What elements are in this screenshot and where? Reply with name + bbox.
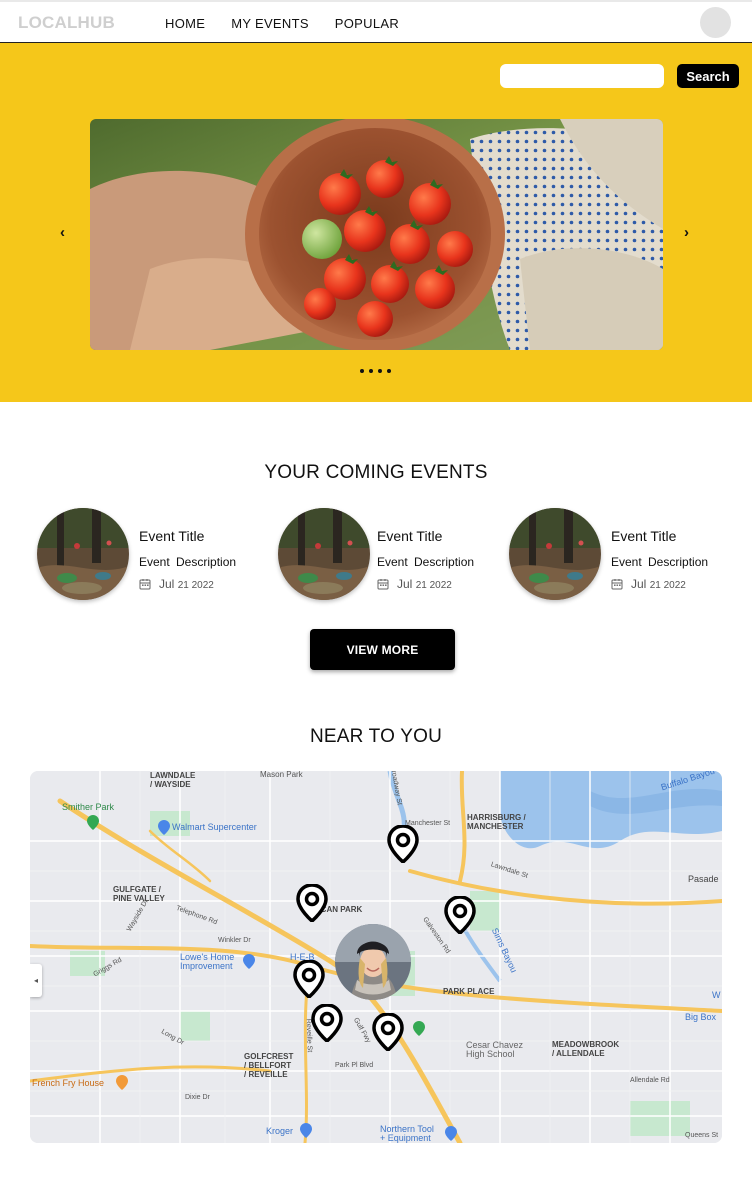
view-more-button[interactable]: VIEW MORE	[310, 629, 455, 670]
search-input[interactable]	[500, 64, 664, 88]
event-card[interactable]: Event Title Event Description Jul 21 202…	[37, 508, 267, 603]
shop-marker-icon	[243, 954, 255, 969]
event-location-pin-icon[interactable]	[444, 896, 476, 934]
map-label: Northern Tool + Equipment	[380, 1124, 434, 1143]
event-thumbnail	[509, 508, 601, 600]
event-location-pin-icon[interactable]	[311, 1004, 343, 1042]
event-location-pin-icon[interactable]	[296, 884, 328, 922]
event-description: Event Description	[611, 555, 709, 569]
map-label: PARK PLACE	[443, 987, 495, 996]
event-thumbnail	[37, 508, 129, 600]
map-label: HARRISBURG / MANCHESTER	[467, 813, 526, 831]
nav-home[interactable]: HOME	[165, 16, 205, 31]
carousel-next-icon[interactable]: ›	[684, 224, 689, 241]
nav-my-events[interactable]: MY EVENTS	[231, 16, 309, 31]
event-date-day-year: 21 2022	[649, 580, 686, 591]
carousel-dot-3[interactable]	[378, 369, 382, 373]
map-label: French Fry House	[32, 1078, 105, 1088]
map-label: Winkler Dr	[218, 937, 251, 944]
event-location-pin-icon[interactable]	[387, 825, 419, 863]
map-label: Kroger	[266, 1126, 294, 1136]
event-description: Event Description	[139, 555, 237, 569]
map-collapse-icon[interactable]: ◂	[30, 964, 42, 997]
event-title: Event Title	[377, 528, 443, 544]
event-card[interactable]: Event Title Event Description Jul 21 202…	[509, 508, 739, 603]
event-location-pin-icon[interactable]	[293, 960, 325, 998]
carousel-dot-4[interactable]	[387, 369, 391, 373]
event-location-pin-icon[interactable]	[372, 1013, 404, 1051]
event-thumbnail	[278, 508, 370, 600]
map-label: Walmart Supercenter	[172, 822, 257, 832]
site-logo[interactable]: LOCALHUB	[18, 13, 115, 33]
map-label: LAWNDALE / WAYSIDE	[150, 771, 196, 789]
event-title: Event Title	[139, 528, 205, 544]
user-avatar[interactable]	[700, 7, 731, 38]
map-label: Cesar Chavez High School	[466, 1040, 524, 1059]
event-date-month: Jul	[631, 577, 647, 591]
map-label: Lowe's Home Improvement	[180, 952, 235, 971]
carousel-dot-1[interactable]	[360, 369, 364, 373]
map-label: W	[712, 990, 721, 1000]
calendar-icon	[611, 579, 623, 590]
map-label: Allendale Rd	[630, 1077, 670, 1084]
event-date-month: Jul	[397, 577, 413, 591]
restaurant-marker-icon	[116, 1075, 128, 1090]
carousel-dot-2[interactable]	[369, 369, 373, 373]
park-marker-icon	[87, 815, 99, 830]
map-label: Queens St	[685, 1132, 719, 1139]
shop-marker-icon	[158, 820, 170, 835]
map-label: Pasade	[688, 874, 719, 884]
nearby-map[interactable]: ◂ LAWNDALE / WAYSIDE Mason Park Buffalo …	[30, 771, 722, 1143]
event-date: Jul 21 2022	[139, 577, 214, 591]
calendar-icon	[377, 579, 389, 590]
near-section-title: NEAR TO YOU	[309, 726, 443, 747]
event-date-month: Jul	[159, 577, 175, 591]
map-label: Dixie Dr	[185, 1094, 210, 1101]
event-date-day-year: 21 2022	[177, 580, 214, 591]
map-label: GOLFCREST / BELLFORT / REVEILLE	[244, 1052, 294, 1079]
nav-popular[interactable]: POPULAR	[335, 16, 399, 31]
event-description: Event Description	[377, 555, 475, 569]
map-label: GULFGATE / PINE VALLEY	[113, 885, 165, 903]
event-title: Event Title	[611, 528, 677, 544]
event-card[interactable]: Event Title Event Description Jul 21 202…	[278, 508, 508, 603]
shop-marker-icon	[445, 1126, 457, 1141]
carousel-prev-icon[interactable]: ‹	[60, 224, 65, 241]
shop-marker-icon	[300, 1123, 312, 1138]
search-button[interactable]: Search	[677, 64, 739, 88]
event-date: Jul 21 2022	[377, 577, 452, 591]
map-label: Park Pl Blvd	[335, 1062, 374, 1069]
hero-section: Search ‹ ›	[0, 43, 752, 402]
calendar-icon	[139, 579, 151, 590]
map-label: Big Box	[685, 1012, 717, 1022]
main-nav: HOME MY EVENTS POPULAR	[165, 16, 399, 31]
current-user-location-avatar[interactable]	[335, 924, 411, 1000]
carousel-image-tomatoes	[90, 119, 663, 350]
event-date-day-year: 21 2022	[415, 580, 452, 591]
map-label: Smither Park	[62, 802, 115, 812]
event-date: Jul 21 2022	[611, 577, 686, 591]
top-navbar: LOCALHUB HOME MY EVENTS POPULAR	[0, 0, 752, 43]
park-marker-icon	[413, 1021, 425, 1036]
carousel-indicators	[360, 369, 391, 373]
events-section-title: YOUR COMING EVENTS	[264, 462, 488, 483]
map-label: Mason Park	[260, 771, 303, 779]
map-label: MEADOWBROOK / ALLENDALE	[552, 1040, 620, 1058]
